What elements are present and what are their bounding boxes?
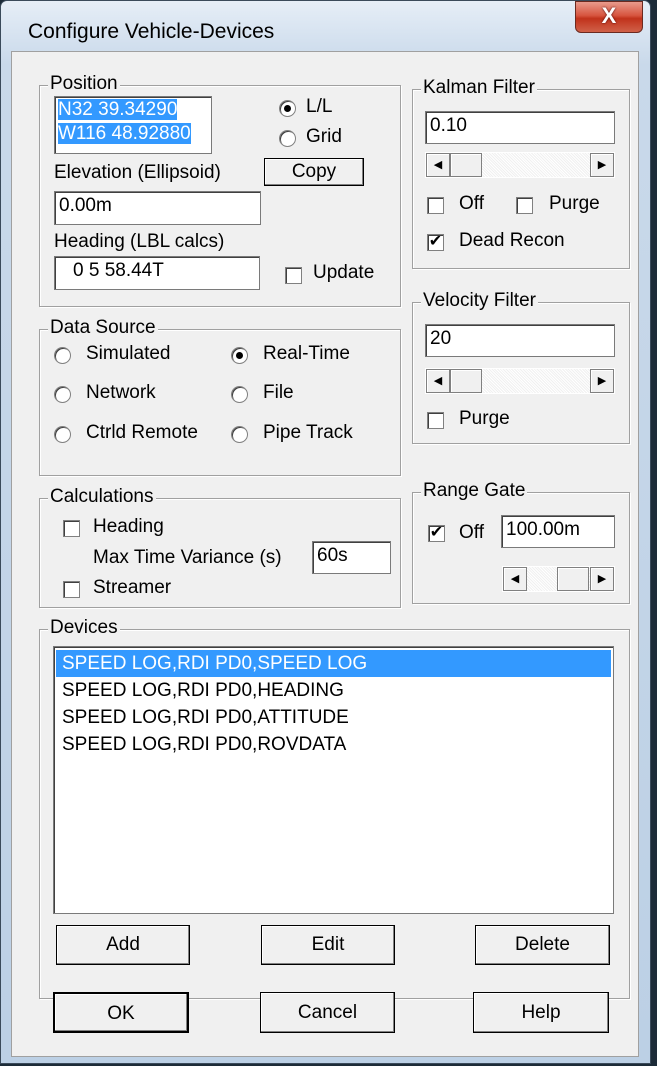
scroll-right-icon[interactable]: ▶ [590, 567, 614, 591]
list-item[interactable]: SPEED LOG,RDI PD0,HEADING [56, 677, 611, 704]
dead-recon-label: Dead Recon [459, 230, 565, 251]
data-source-legend: Data Source [48, 317, 158, 339]
scroll-right-icon[interactable]: ▶ [590, 153, 614, 177]
elevation-label: Elevation (Ellipsoid) [54, 162, 221, 183]
scroll-left-icon[interactable]: ◀ [426, 153, 450, 177]
radio-pipe-track-label: Pipe Track [263, 422, 353, 443]
scroll-right-icon[interactable]: ▶ [590, 369, 614, 393]
radio-simulated[interactable] [54, 347, 71, 364]
streamer-checkbox[interactable] [63, 581, 80, 598]
velocity-purge-label: Purge [459, 408, 510, 429]
heading-field[interactable]: 0 5 58.44T [54, 256, 260, 290]
radio-network-label: Network [86, 382, 156, 403]
max-time-variance-label: Max Time Variance (s) [93, 547, 282, 568]
longitude-text: W116 48.92880 [58, 123, 191, 144]
list-item[interactable]: SPEED LOG,RDI PD0,ATTITUDE [56, 704, 611, 731]
add-button[interactable]: Add [56, 925, 190, 965]
latitude-text: N32 39.34290 [58, 99, 178, 120]
kalman-purge-checkbox[interactable] [516, 197, 533, 214]
devices-legend: Devices [48, 617, 120, 639]
window-title: Configure Vehicle-Devices [28, 20, 275, 43]
radio-real-time[interactable] [231, 347, 248, 364]
range-gate-legend: Range Gate [421, 480, 528, 502]
devices-group: Devices SPEED LOG,RDI PD0,SPEED LOG SPEE… [39, 617, 630, 999]
help-button[interactable]: Help [473, 992, 609, 1033]
copy-button[interactable]: Copy [264, 158, 364, 186]
radio-ll[interactable] [279, 100, 296, 117]
elevation-field[interactable]: 0.00m [54, 191, 261, 225]
heading-label: Heading (LBL calcs) [54, 231, 225, 252]
velocity-filter-group: Velocity Filter 20 ◀ ▶ Purge [412, 290, 630, 444]
radio-file[interactable] [231, 386, 248, 403]
radio-pipe-track[interactable] [231, 426, 248, 443]
radio-network[interactable] [54, 386, 71, 403]
edit-button[interactable]: Edit [261, 925, 395, 965]
dialog-client: Position N32 39.34290 W116 48.92880 L/L … [11, 51, 639, 1057]
range-gate-scrollbar[interactable]: ◀ ▶ [502, 566, 615, 592]
calculations-legend: Calculations [48, 486, 156, 508]
coordinate-field[interactable]: N32 39.34290 W116 48.92880 [54, 96, 212, 154]
radio-ctrld-remote[interactable] [54, 426, 71, 443]
velocity-scrollbar[interactable]: ◀ ▶ [425, 368, 615, 394]
close-button[interactable]: X [575, 1, 643, 33]
scroll-left-icon[interactable]: ◀ [503, 567, 527, 591]
radio-ll-label: L/L [306, 96, 333, 117]
cancel-button[interactable]: Cancel [260, 992, 395, 1033]
radio-ctrld-remote-label: Ctrld Remote [86, 422, 198, 443]
kalman-filter-group: Kalman Filter 0.10 ◀ ▶ Off Purge ✔ Dead … [412, 77, 630, 269]
kalman-off-label: Off [459, 193, 484, 214]
update-checkbox[interactable] [285, 267, 302, 284]
position-legend: Position [48, 73, 120, 95]
radio-file-label: File [263, 382, 294, 403]
max-time-variance-field[interactable]: 60s [312, 541, 391, 574]
position-group: Position N32 39.34290 W116 48.92880 L/L … [39, 73, 401, 307]
range-gate-group: Range Gate ✔ Off 100.00m ◀ ▶ [412, 480, 630, 604]
calc-heading-checkbox[interactable] [63, 520, 80, 537]
update-label: Update [313, 262, 375, 283]
dialog-window: Configure Vehicle-Devices X Position N32… [0, 0, 651, 1064]
ok-button[interactable]: OK [53, 992, 189, 1033]
velocity-value-field[interactable]: 20 [425, 324, 615, 357]
calculations-group: Calculations Heading Max Time Variance (… [39, 486, 401, 608]
delete-button[interactable]: Delete [475, 925, 610, 965]
range-gate-off-checkbox[interactable]: ✔ [428, 525, 445, 542]
scroll-thumb[interactable] [557, 567, 589, 591]
kalman-purge-label: Purge [549, 193, 600, 214]
list-item[interactable]: SPEED LOG,RDI PD0,ROVDATA [56, 731, 611, 758]
dead-recon-checkbox[interactable]: ✔ [427, 234, 444, 251]
streamer-label: Streamer [93, 577, 172, 598]
scroll-left-icon[interactable]: ◀ [426, 369, 450, 393]
scroll-thumb[interactable] [450, 369, 482, 393]
radio-grid-label: Grid [306, 126, 342, 147]
list-item[interactable]: SPEED LOG,RDI PD0,SPEED LOG [56, 650, 611, 677]
range-gate-off-label: Off [459, 522, 484, 543]
radio-grid[interactable] [279, 130, 296, 147]
kalman-value-field[interactable]: 0.10 [425, 111, 615, 144]
radio-simulated-label: Simulated [86, 343, 171, 364]
radio-real-time-label: Real-Time [263, 343, 350, 364]
kalman-off-checkbox[interactable] [427, 197, 444, 214]
data-source-group: Data Source Simulated Real-Time Network … [39, 317, 401, 476]
devices-list[interactable]: SPEED LOG,RDI PD0,SPEED LOG SPEED LOG,RD… [53, 646, 614, 914]
velocity-purge-checkbox[interactable] [427, 412, 444, 429]
kalman-scrollbar[interactable]: ◀ ▶ [425, 152, 615, 178]
calc-heading-label: Heading [93, 516, 164, 537]
kalman-filter-legend: Kalman Filter [421, 77, 537, 99]
velocity-filter-legend: Velocity Filter [421, 290, 538, 312]
scroll-thumb[interactable] [450, 153, 482, 177]
range-gate-value-field[interactable]: 100.00m [501, 515, 615, 548]
